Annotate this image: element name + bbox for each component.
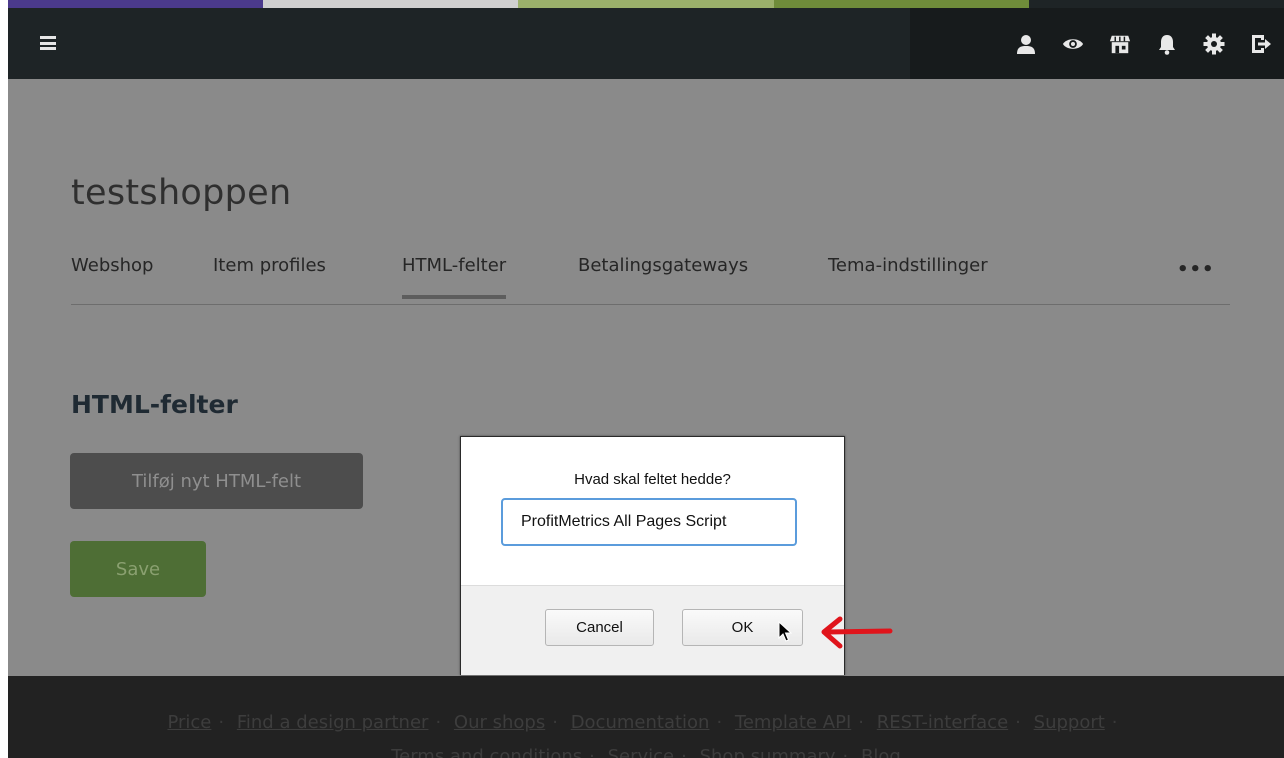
dialog-body: Hvad skal feltet hedde? — [461, 437, 844, 584]
footer-separator: · — [716, 712, 723, 733]
footer-separator: · — [858, 712, 864, 733]
field-name-input[interactable] — [501, 498, 797, 546]
page-title: testshoppen — [71, 173, 292, 213]
eye-icon[interactable] — [1062, 33, 1084, 55]
store-icon[interactable] — [1109, 33, 1131, 55]
dialog-prompt-text: Hvad skal feltet hedde? — [574, 471, 731, 488]
stripe — [773, 0, 1029, 8]
footer-links: Price · Find a design partner · Our shops ·… — [8, 712, 1284, 733]
footer: Price · Find a design partner · Our shops ·… — [8, 676, 1284, 758]
stripe — [8, 0, 264, 8]
footer-link-service[interactable]: Service — [608, 746, 675, 758]
stripe — [263, 0, 519, 8]
footer-link-design-partner[interactable]: Find a design partner — [237, 712, 429, 733]
hamburger-menu-icon[interactable] — [40, 36, 56, 50]
user-icon[interactable] — [1015, 33, 1037, 55]
footer-separator: · — [218, 712, 225, 733]
more-tabs-button[interactable]: ••• — [1177, 259, 1215, 280]
add-html-field-button[interactable]: Tilføj nyt HTML-felt — [70, 453, 363, 509]
tab-item-profiles[interactable]: Item profiles — [213, 255, 326, 276]
tab-html-felter[interactable]: HTML-felter — [402, 255, 507, 299]
red-arrow-annotation-icon — [821, 616, 893, 649]
gear-icon[interactable] — [1203, 33, 1225, 55]
footer-link-shop-summary[interactable]: Shop summary — [700, 746, 836, 758]
footer-link-price[interactable]: Price — [167, 712, 211, 733]
footer-separator: · — [842, 746, 849, 758]
sign-out-icon[interactable] — [1250, 33, 1272, 55]
footer-link-blog[interactable]: Blog — [861, 746, 901, 758]
stripe — [1028, 0, 1284, 8]
navbar-icons — [1015, 8, 1284, 79]
top-navbar — [8, 8, 1284, 79]
footer-link-rest-interface[interactable]: REST-interface — [877, 712, 1008, 733]
mouse-cursor-icon — [778, 621, 792, 642]
footer-link-support[interactable]: Support — [1034, 712, 1105, 733]
tab-betalingsgateways[interactable]: Betalingsgateways — [578, 255, 748, 276]
footer-separator: · — [435, 712, 442, 733]
footer-link-documentation[interactable]: Documentation — [571, 712, 710, 733]
footer-separator: · — [681, 746, 687, 758]
section-title: HTML-felter — [71, 390, 238, 419]
bell-icon[interactable] — [1156, 33, 1178, 55]
footer-link-terms[interactable]: Terms and conditions — [391, 746, 582, 758]
top-color-stripes — [8, 0, 1284, 8]
tab-bar: Webshop Item profiles HTML-felter Betali… — [71, 253, 1230, 305]
footer-separator: · — [1111, 712, 1118, 733]
footer-links-row2: Terms and conditions · Service · Shop summ… — [8, 746, 1284, 758]
tab-tema-indstillinger[interactable]: Tema-indstillinger — [828, 255, 988, 276]
footer-separator: · — [589, 746, 595, 758]
footer-separator: · — [1015, 712, 1021, 733]
tab-webshop[interactable]: Webshop — [71, 255, 153, 276]
stripe — [518, 0, 774, 8]
save-button[interactable]: Save — [70, 541, 206, 597]
footer-link-template-api[interactable]: Template API — [735, 712, 851, 733]
cancel-button[interactable]: Cancel — [545, 609, 654, 646]
footer-link-our-shops[interactable]: Our shops — [454, 712, 545, 733]
footer-separator: · — [552, 712, 558, 733]
